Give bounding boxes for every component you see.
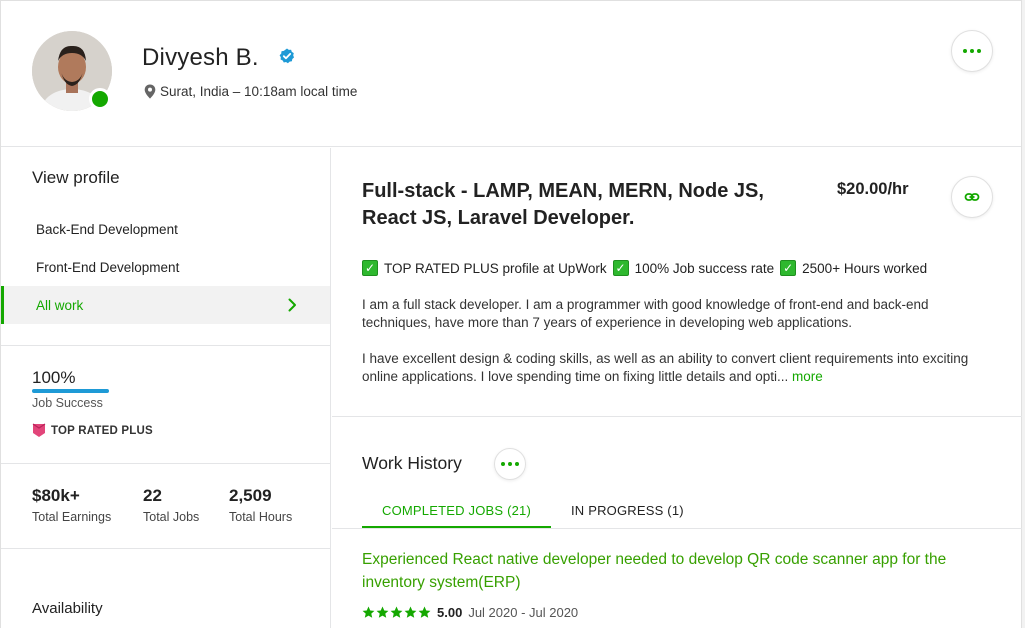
sidebar-item-label: Front-End Development [36,259,180,275]
job-success-label: Job Success [32,396,103,410]
sidebar-item-all-work[interactable]: All work [1,286,330,324]
star-icon [390,606,403,618]
work-history-more-button[interactable] [494,448,526,480]
work-history-title: Work History [362,453,462,473]
stat-value: 2,509 [229,486,272,505]
tab-completed-jobs[interactable]: COMPLETED JOBS (21) [362,500,551,529]
divider [1,463,330,464]
job-title-link[interactable]: Experienced React native developer neede… [362,548,1002,594]
description-paragraph: I have excellent design & coding skills,… [362,350,994,386]
stat-label: Total Hours [229,510,293,524]
job-success-bar-fill [32,389,109,393]
copy-link-button[interactable] [951,176,993,218]
divider [1,345,330,346]
top-rated-badge-icon [32,423,46,437]
profile-title: Full-stack - LAMP, MEAN, MERN, Node JS, … [362,180,764,229]
stat-label: Total Earnings [32,510,112,524]
sidebar: View profile Back-End Development Front-… [1,148,331,628]
view-profile-title: View profile [32,168,120,187]
verified-badge-icon [279,48,294,64]
tab-in-progress[interactable]: IN PROGRESS (1) [551,500,704,529]
checkbox-icon: ✓ [362,260,378,276]
stat-label: Total Jobs [143,510,200,524]
more-options-button[interactable] [951,30,993,72]
highlight-text: 2500+ Hours worked [802,260,928,276]
job-success-value: 100% [32,368,76,387]
work-history-tabs: COMPLETED JOBS (21) IN PROGRESS (1) [362,500,704,529]
profile-header: Divyesh B. Surat, India – 10:18am local … [1,1,1021,147]
online-status-indicator [89,88,111,110]
checkbox-icon: ✓ [780,260,797,276]
hourly-rate: $20.00/hr [837,180,909,198]
location-row: Surat, India – 10:18am local time [144,84,357,99]
sidebar-item-back-end[interactable]: Back-End Development [1,210,330,248]
profile-name: Divyesh B. [142,44,259,71]
sidebar-item-front-end[interactable]: Front-End Development [1,248,330,286]
stat-total-earnings: $80k+ Total Earnings [32,486,111,524]
description-paragraph: I am a full stack developer. I am a prog… [362,297,929,330]
badge-label: TOP RATED PLUS [51,424,153,437]
more-link[interactable]: more [792,369,823,384]
top-rated-badge: TOP RATED PLUS [32,423,153,438]
highlight-text: TOP RATED PLUS profile at UpWork [384,260,607,276]
stat-value: $80k+ [32,486,80,505]
highlight-text: 100% Job success rate [634,260,775,276]
divider [332,416,1022,417]
sidebar-item-label: All work [36,297,84,313]
job-rating: 5.00 [437,605,463,620]
main-content: Full-stack - LAMP, MEAN, MERN, Node JS, … [332,148,1022,628]
ellipsis-icon [963,49,981,53]
star-icon [376,606,389,618]
star-icon [362,606,375,618]
star-icon [418,606,431,618]
stat-total-hours: 2,509 Total Hours [229,486,292,524]
chevron-right-icon [288,298,296,312]
description-text: I have excellent design & coding skills,… [362,351,969,384]
stat-total-jobs: 22 Total Jobs [143,486,199,524]
link-icon [964,193,980,201]
job-dates: Jul 2020 - Jul 2020 [468,605,579,620]
divider [1,548,330,549]
map-pin-icon [144,84,156,99]
stat-value: 22 [143,486,162,505]
profile-card: Divyesh B. Surat, India – 10:18am local … [0,0,1022,628]
job-success-bar [32,389,109,393]
profile-highlights: ✓ TOP RATED PLUS profile at UpWork ✓ 100… [362,260,927,276]
rating-stars [362,606,431,619]
checkbox-icon: ✓ [612,260,629,276]
location-text: Surat, India – 10:18am local time [160,84,358,99]
star-icon [404,606,417,618]
sidebar-item-label: Back-End Development [36,221,178,237]
availability-heading: Availability [32,600,103,617]
job-meta: 5.00 Jul 2020 - Jul 2020 [362,605,578,620]
tabs-divider [332,528,1022,529]
ellipsis-icon [501,462,519,466]
